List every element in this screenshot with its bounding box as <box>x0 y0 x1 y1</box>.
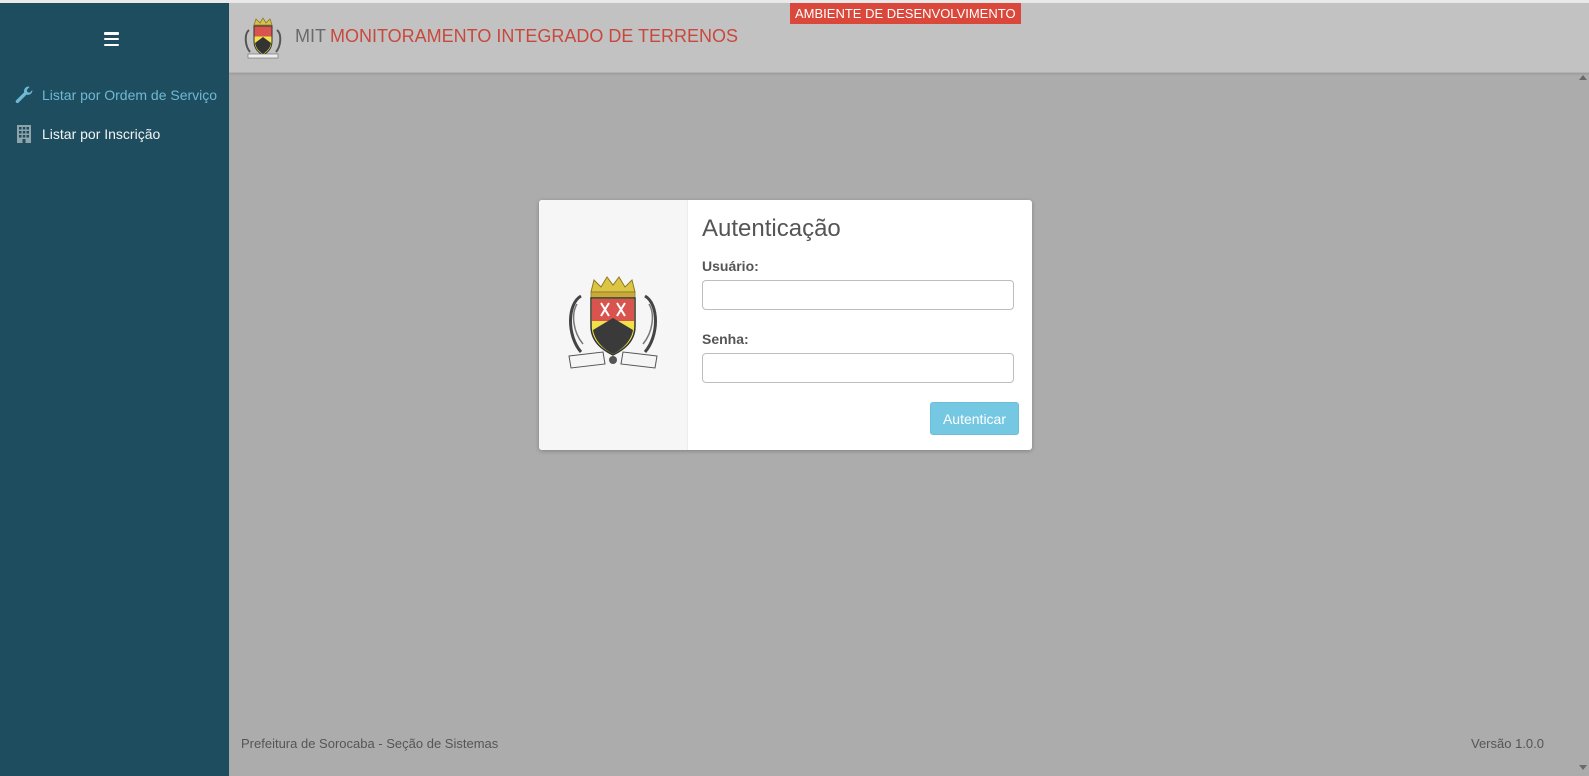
main-area: MIT MONITORAMENTO INTEGRADO DE TERRENOS A… <box>229 3 1589 776</box>
scroll-down-arrow-icon[interactable] <box>1579 765 1587 770</box>
scroll-up-arrow-icon[interactable] <box>1579 75 1587 80</box>
sidebar-item-inscricao[interactable]: Listar por Inscrição <box>14 124 160 144</box>
sidebar: Listar por Ordem de Serviço Listar por I… <box>0 3 229 776</box>
app-title: MIT MONITORAMENTO INTEGRADO DE TERRENOS <box>295 26 738 47</box>
environment-badge: AMBIENTE DE DESENVOLVIMENTO <box>790 3 1021 24</box>
sidebar-item-label: Listar por Inscrição <box>42 126 161 142</box>
app-title-main: MONITORAMENTO INTEGRADO DE TERRENOS <box>330 26 739 46</box>
top-header: MIT MONITORAMENTO INTEGRADO DE TERRENOS A… <box>229 3 1589 73</box>
username-label: Usuário: <box>702 258 759 274</box>
wrench-icon <box>14 85 34 105</box>
footer-organization: Prefeitura de Sorocaba - Seção de Sistem… <box>241 736 499 751</box>
login-title: Autenticação <box>702 215 841 242</box>
app-title-prefix: MIT <box>295 26 326 46</box>
sidebar-item-ordem-servico[interactable]: Listar por Ordem de Serviço <box>14 85 217 105</box>
footer-version: Versão 1.0.0 <box>1471 736 1544 751</box>
menu-toggle-icon[interactable] <box>104 32 119 46</box>
username-input[interactable] <box>702 280 1014 310</box>
building-icon <box>14 124 34 144</box>
login-form: Autenticação Usuário: Senha: Autenticar <box>702 200 1019 450</box>
password-input[interactable] <box>702 353 1014 383</box>
login-card-logo-panel <box>539 200 688 450</box>
authenticate-button[interactable]: Autenticar <box>930 402 1019 435</box>
city-crest-emblem <box>563 274 663 372</box>
password-label: Senha: <box>702 331 749 347</box>
sidebar-item-label: Listar por Ordem de Serviço <box>42 87 218 103</box>
city-crest-logo <box>242 16 284 60</box>
login-card: Autenticação Usuário: Senha: Autenticar <box>539 200 1032 450</box>
